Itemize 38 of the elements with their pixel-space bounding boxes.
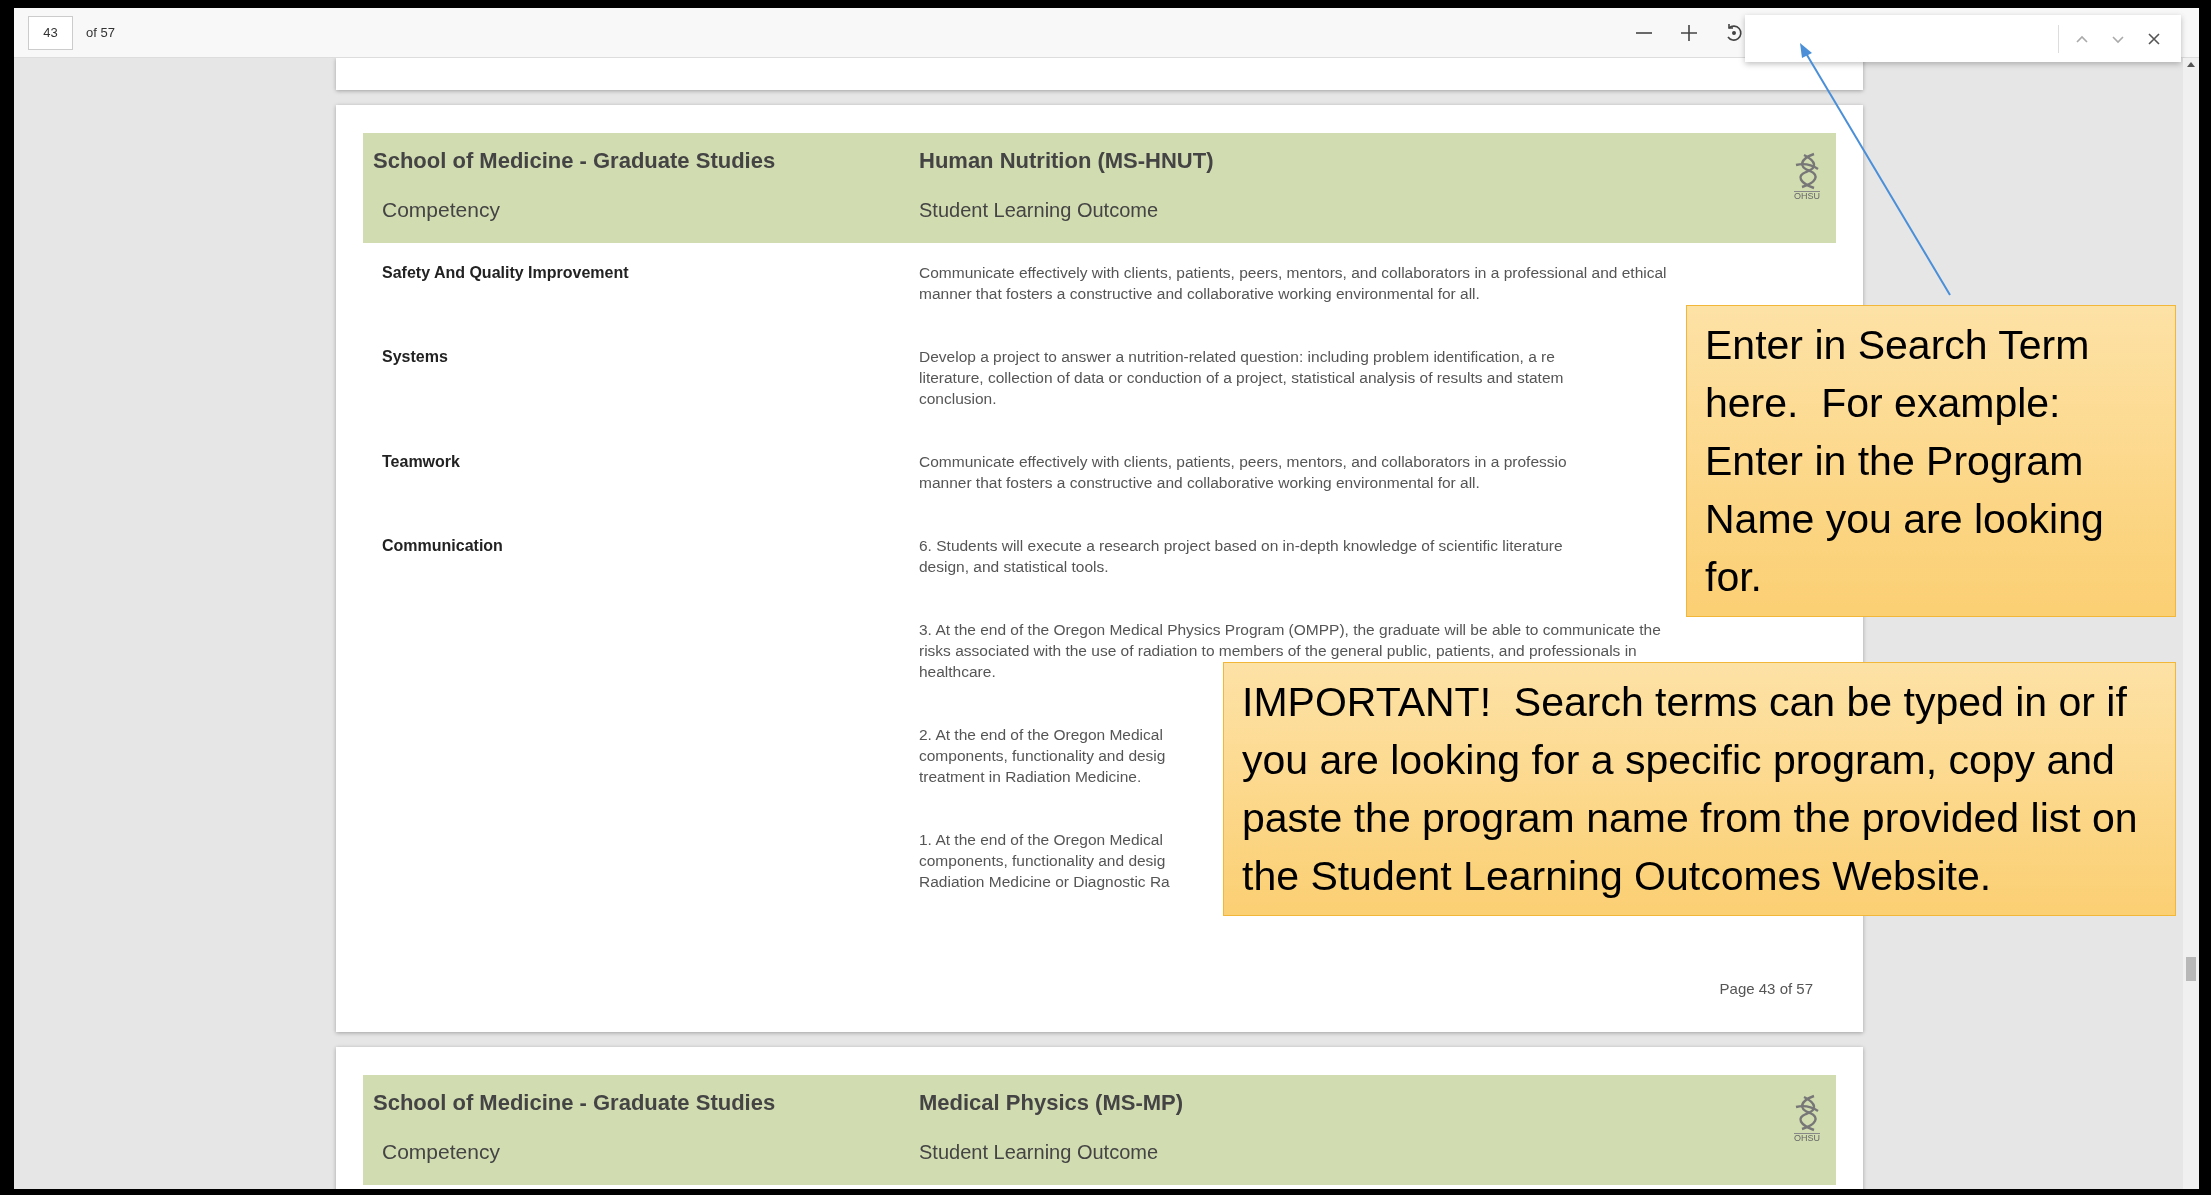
outcome-text-line: literature, collection of data or conduction of a project, statistical analysis of results and statem <box>919 368 1564 388</box>
competency-cell-text: Teamwork <box>382 452 461 472</box>
search-field[interactable] <box>1745 15 2181 62</box>
outcome-text-line: 6. Students will execute a research project based on in-depth knowledge of scientific literature <box>919 536 1563 556</box>
competency-cell-text: Safety And Quality Improvement <box>382 263 630 283</box>
outcome-text-line: 1. At the end of the Oregon Medical <box>919 830 1163 850</box>
outcome-text-line: 2. At the end of the Oregon Medical <box>919 725 1163 745</box>
column-heading: Student Learning Outcome <box>919 1139 1159 1165</box>
outcome-text-line: manner that fosters a constructive and collaborative working environmental for all. <box>919 473 1480 493</box>
callout-note: Enter in Search Term here. For example: Enter in the Program Name you are looking for. <box>1686 305 2176 617</box>
outcome-text-line: Communicate effectively with clients, patients, peers, mentors, and collaborators in a professio <box>919 452 1567 472</box>
logo-text: OHSU <box>1794 191 1820 201</box>
outcome-text-line: Develop a project to answer a nutrition-related question: including problem identification, a re <box>919 347 1555 367</box>
column-heading: Competency <box>382 1139 501 1165</box>
program-title: Human Nutrition (MS-HNUT) <box>919 147 1214 175</box>
outcome-text-line: Radiation Medicine or Diagnostic Ra <box>919 872 1170 892</box>
column-heading: Competency <box>382 197 501 223</box>
outcome-text-line: manner that fosters a constructive and collaborative working environmental for all. <box>919 284 1480 304</box>
page-number-field[interactable]: 43 <box>28 15 73 50</box>
outcome-text-line: risks associated with the use of radiation to members of the general public, patients, and professionals in <box>919 641 1637 661</box>
outcome-text-line: components, functionality and desig <box>919 746 1166 766</box>
page-footer: Page 43 of 57 <box>1719 978 1813 1001</box>
column-heading: Student Learning Outcome <box>919 197 1159 223</box>
outcome-text-line: healthcare. <box>919 662 996 682</box>
outcome-text-line: treatment in Radiation Medicine. <box>919 767 1142 787</box>
school-title: School of Medicine - Graduate Studies <box>373 147 777 175</box>
outcome-text-line: design, and statistical tools. <box>919 557 1109 577</box>
page-count: of 57 <box>86 23 115 42</box>
outcome-text-line: conclusion. <box>919 389 997 409</box>
outcome-text-line: components, functionality and desig <box>919 851 1166 871</box>
program-title: Medical Physics (MS-MP) <box>919 1089 1184 1117</box>
outcome-text-line: 3. At the end of the Oregon Medical Physics Program (OMPP), the graduate will be able to communicate the <box>919 620 1661 640</box>
outcome-text-line: Communicate effectively with clients, patients, peers, mentors, and collaborators in a professional and ethical <box>919 263 1667 283</box>
competency-cell-text: Systems <box>382 347 449 367</box>
competency-cell-text: Communication <box>382 536 504 556</box>
logo-text: OHSU <box>1794 1133 1820 1143</box>
school-title: School of Medicine - Graduate Studies <box>373 1089 777 1117</box>
callout-note: IMPORTANT! Search terms can be typed in or if you are looking for a specific program, copy and paste the program name from the provided list on the Student Learning Outcomes Website. <box>1223 662 2176 916</box>
